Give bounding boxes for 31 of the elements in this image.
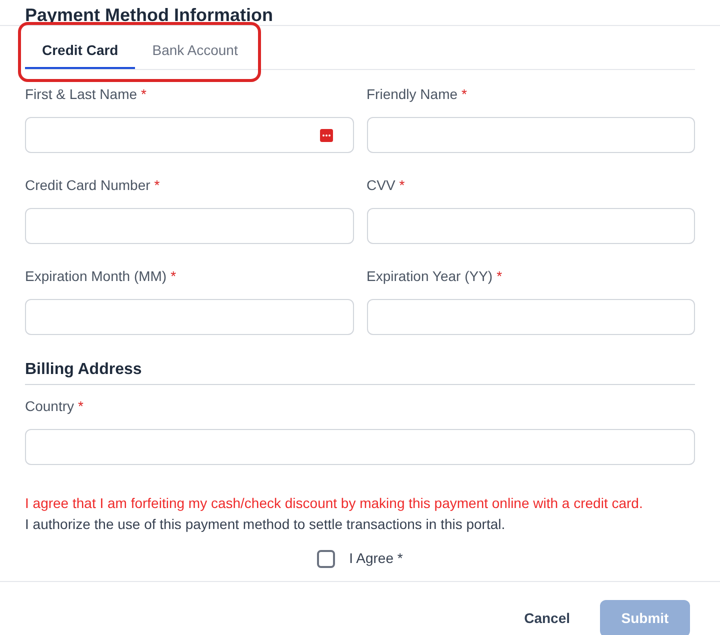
autofill-icon[interactable] [320,128,332,142]
input-field[interactable] [25,299,354,335]
input-field[interactable] [25,208,354,244]
field-label: Expiration Month (MM) [25,268,167,284]
input-field[interactable] [25,429,695,465]
required-asterisk: * [78,398,84,414]
tab[interactable]: Credit Card [25,33,136,69]
required-asterisk: * [154,177,160,193]
input-field[interactable] [366,208,695,244]
required-asterisk: * [496,268,502,284]
field-label: CVV [366,177,396,193]
cancel-button[interactable]: Cancel [524,608,570,629]
field-label: First & Last Name [25,86,138,102]
input-field[interactable] [366,117,695,153]
checkbox[interactable] [317,550,336,568]
tab[interactable]: Bank Account [135,33,255,69]
authorization-text: I authorize the use of this payment method to settle transactions in this portal. [25,515,506,534]
form-title: Payment Method Information [25,4,274,27]
required-asterisk: * [399,177,405,193]
field-label: Expiration Year (YY) [366,268,493,284]
checkbox-label: I Agree * [349,549,403,568]
field-label: Friendly Name [366,86,458,102]
required-asterisk: * [462,86,467,102]
input-field[interactable] [25,117,354,153]
discount-notice: I agree that I am forfeiting my cash/check discount by making this payment online with a credit card. [25,494,644,513]
field-label: Country [25,398,74,414]
section-heading: Billing Address [25,360,143,380]
input-field[interactable] [366,299,695,335]
required-asterisk: * [141,86,146,102]
required-asterisk: * [170,268,176,284]
field-label: Credit Card Number [25,177,150,193]
